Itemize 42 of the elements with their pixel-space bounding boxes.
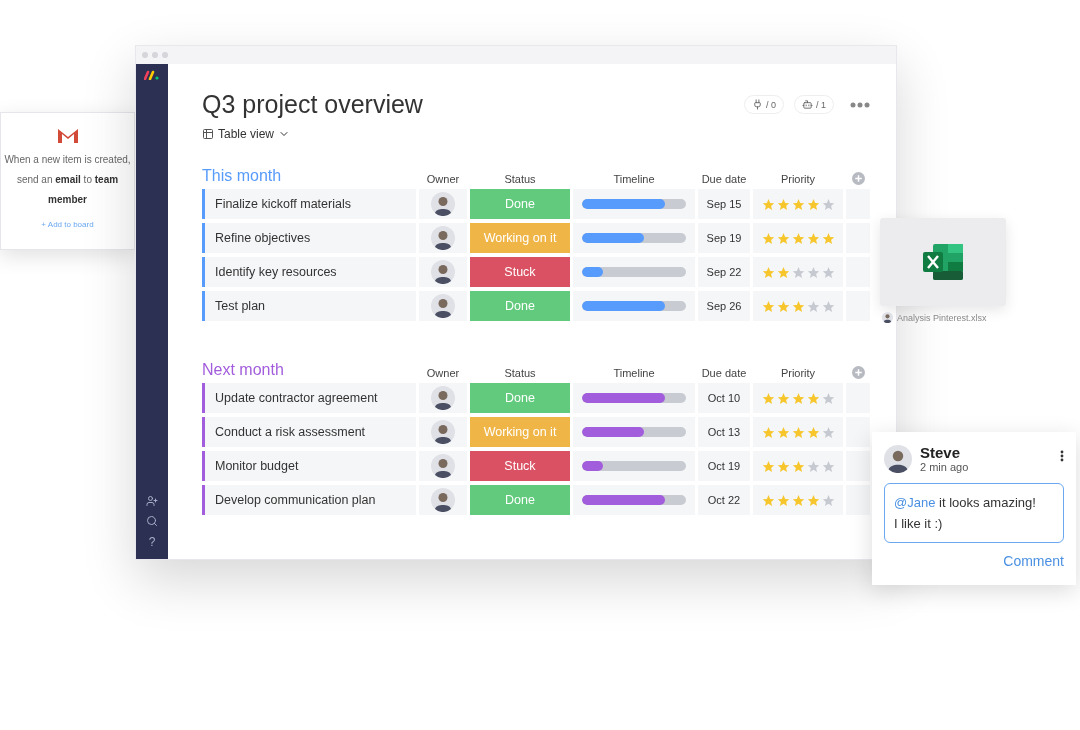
due-date: Sep 22 — [706, 266, 742, 278]
column-header: Due date — [700, 367, 748, 379]
item-name[interactable]: Test plan — [202, 291, 416, 321]
due-date: Oct 22 — [707, 494, 741, 506]
due-date: Oct 10 — [707, 392, 741, 404]
group-title: This month — [202, 167, 283, 185]
author-name: Steve — [920, 444, 962, 461]
item-name[interactable]: Monitor budget — [202, 451, 416, 481]
item-name[interactable]: Identify key resources — [202, 257, 416, 287]
item-name[interactable]: Finalize kickoff materials — [202, 189, 416, 219]
comment-field[interactable]: @Jane it looks amazing! I like it :) — [884, 483, 1064, 543]
due-date: Oct 19 — [707, 460, 741, 472]
item-name[interactable]: Conduct a risk assessment — [202, 417, 416, 447]
column-header: Due date — [700, 173, 748, 185]
automations-button[interactable]: / 1 — [794, 95, 834, 114]
column-header: Timeline — [612, 173, 656, 185]
item-name[interactable]: Refine objectives — [202, 223, 416, 253]
column-header: Owner — [425, 367, 461, 379]
item-name[interactable]: Develop communication plan — [202, 485, 416, 515]
help-button[interactable]: ? — [148, 535, 156, 549]
column-header: Owner — [425, 173, 461, 185]
integrations-button[interactable]: / 0 — [743, 95, 784, 114]
mention-link[interactable]: @Jane — [894, 495, 936, 510]
file-name: Analysis Pinterest.xlsx — [897, 312, 987, 323]
due-date: Sep 26 — [706, 300, 742, 312]
automation-text: When a new item is created, send an email to team member — [3, 153, 132, 207]
due-date: Sep 19 — [706, 232, 742, 244]
due-date: Oct 13 — [707, 426, 741, 438]
due-date: Sep 15 — [706, 198, 742, 210]
column-header: Status — [503, 173, 537, 185]
column-header: Priority — [779, 173, 817, 185]
board-title: Q3 project overview — [202, 90, 423, 119]
column-header: Timeline — [612, 367, 656, 379]
view-selector[interactable]: Table view — [202, 127, 291, 141]
group-title: Next month — [202, 361, 285, 379]
comment-time: 2 min ago — [920, 461, 969, 473]
status-label[interactable]: Stuck — [470, 451, 570, 481]
column-header: Priority — [779, 367, 817, 379]
column-header: Status — [503, 367, 537, 379]
status-label[interactable]: Stuck — [470, 257, 570, 287]
item-name[interactable]: Update contractor agreement — [202, 383, 416, 413]
comment-button[interactable]: Comment — [1003, 553, 1064, 569]
